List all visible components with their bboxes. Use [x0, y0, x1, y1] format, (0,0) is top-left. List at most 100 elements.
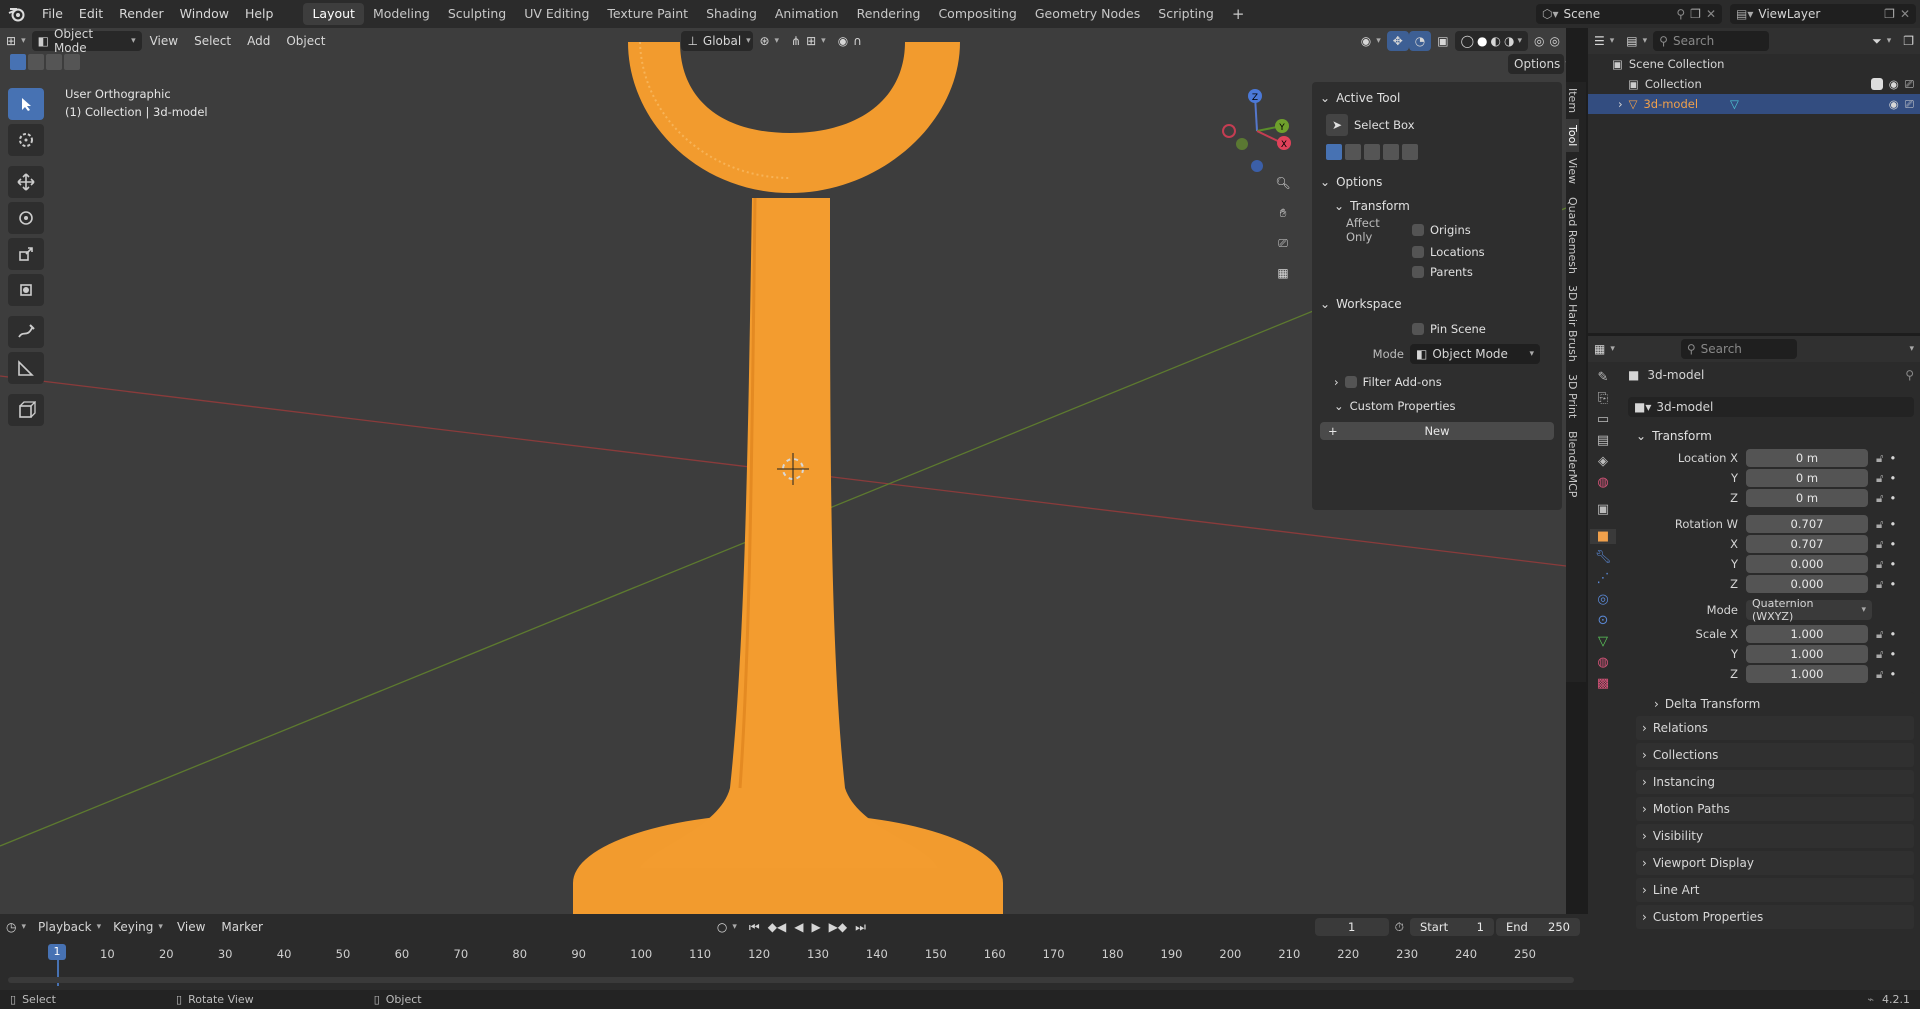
menu-file[interactable]: File	[34, 0, 71, 28]
keyframe-dot-icon[interactable]: •	[1889, 491, 1896, 505]
display-mode-dropdown[interactable]: ▤ ▾	[1620, 31, 1653, 51]
options-section-header[interactable]: ⌄ Options	[1312, 170, 1562, 194]
locations-checkbox[interactable]	[1412, 246, 1424, 258]
lock-icon[interactable]: 🔓︎	[1876, 491, 1883, 506]
rotation-w-field[interactable]: 0.707	[1746, 515, 1868, 533]
zoom-icon[interactable]: 🔍︎	[1268, 168, 1298, 198]
proportional-edit-toggle[interactable]: ◉ ∩	[832, 31, 868, 51]
collection-icon[interactable]: ▣	[1597, 502, 1609, 517]
outliner-row-scene-collection[interactable]: ▣ Scene Collection	[1612, 54, 1724, 74]
render-preview-icon[interactable]: ◎	[1550, 34, 1560, 48]
options-dropdown[interactable]: Options▾	[1508, 54, 1566, 74]
mode-intersect-icon[interactable]	[1402, 144, 1418, 160]
menu-help[interactable]: Help	[237, 0, 282, 28]
lock-icon[interactable]: 🔓︎	[1876, 471, 1883, 486]
transform-subsection[interactable]: ⌄ Transform	[1312, 194, 1562, 218]
visibility-dropdown[interactable]: ◉ ▾	[1355, 31, 1387, 51]
remove-scene-icon[interactable]: ✕	[1706, 7, 1716, 21]
outliner-row-3d-model[interactable]: › ▽ 3d-model ▽ ◉ ⎚	[1588, 94, 1920, 114]
custom-properties-header[interactable]: ⌄ Custom Properties	[1312, 394, 1562, 418]
select-new-icon[interactable]	[10, 54, 26, 70]
timeline-ruler[interactable]: 10 20 30 40 50 60 70 80 90 100 110 120 130 140 150 160 1…	[0, 940, 1588, 990]
new-property-button[interactable]: + New	[1320, 422, 1554, 440]
viewport-menu-view[interactable]: View	[142, 28, 186, 55]
lock-icon[interactable]: 🔓︎	[1876, 667, 1883, 682]
properties-search[interactable]: ⚲ Search	[1680, 339, 1797, 359]
particles-icon[interactable]: ⋰	[1597, 571, 1610, 586]
solid-shading-icon[interactable]: ●	[1477, 34, 1487, 48]
current-frame-field[interactable]: 1	[1314, 918, 1389, 936]
rendered-shading-icon[interactable]: ◑	[1504, 34, 1514, 48]
keyframe-dot-icon[interactable]: •	[1889, 471, 1896, 485]
remove-viewlayer-icon[interactable]: ✕	[1900, 7, 1910, 21]
transform-tool[interactable]	[8, 274, 44, 306]
lock-icon[interactable]: 🔓︎	[1876, 557, 1883, 572]
menu-edit[interactable]: Edit	[71, 0, 111, 28]
object-data-icon[interactable]: ▽	[1598, 634, 1608, 649]
panel-line-art[interactable]: › Line Art	[1636, 878, 1914, 902]
xray-toggle[interactable]: ▣	[1431, 31, 1454, 51]
viewport-menu-object[interactable]: Object	[278, 28, 333, 55]
wireframe-shading-icon[interactable]: ◯	[1461, 34, 1474, 48]
parents-checkbox[interactable]	[1412, 266, 1424, 278]
constraints-icon[interactable]: ⊙	[1598, 613, 1609, 628]
active-tool-header[interactable]: ⌄ Active Tool	[1312, 86, 1562, 110]
prev-keyframe-icon[interactable]: ◆◀	[768, 920, 786, 934]
scale-y-field[interactable]: 1.000	[1746, 645, 1868, 663]
panel-visibility[interactable]: › Visibility	[1636, 824, 1914, 848]
select-mode-buttons[interactable]	[10, 54, 80, 70]
tab-view[interactable]: View	[1566, 152, 1579, 190]
keyframe-dot-icon[interactable]: •	[1889, 647, 1896, 661]
tool-settings-icon[interactable]: ✎	[1598, 370, 1609, 385]
render-icon[interactable]: ⎘	[1598, 391, 1608, 406]
properties-options[interactable]: ▾	[1903, 339, 1920, 359]
lock-icon[interactable]: 🔓︎	[1876, 537, 1883, 552]
tab-animation[interactable]: Animation	[766, 3, 848, 25]
annotate-tool[interactable]	[8, 316, 44, 348]
location-z-field[interactable]: 0 m	[1746, 489, 1868, 507]
timeline-editor-type[interactable]: ◷ ▾	[0, 917, 32, 937]
view-layer-icon[interactable]: ▤	[1597, 433, 1609, 448]
panel-collections[interactable]: › Collections	[1636, 743, 1914, 767]
navigation-gizmo[interactable]: Z Y X	[1212, 86, 1302, 176]
rotate-tool[interactable]	[8, 202, 44, 234]
material-icon[interactable]: ◍	[1597, 655, 1608, 670]
tab-3d-print[interactable]: 3D Print	[1566, 368, 1579, 424]
panel-custom-properties[interactable]: › Custom Properties	[1636, 905, 1914, 929]
lock-icon[interactable]: 🔓︎	[1876, 577, 1883, 592]
mode-extend-icon[interactable]	[1345, 144, 1361, 160]
start-frame-field[interactable]: Start 1	[1410, 918, 1494, 936]
shading-buttons[interactable]: ◯ ● ◐ ◑ ▾	[1454, 31, 1529, 51]
keyframe-dot-icon[interactable]: •	[1889, 577, 1896, 591]
outliner-row-collection[interactable]: ▣ Collection ◉ ⎚	[1628, 74, 1914, 94]
3d-viewport[interactable]: ⊞ ▾ ◧ Object Mode ▾ View Select Add Objec…	[0, 28, 1566, 914]
mode-set-icon[interactable]	[1326, 144, 1342, 160]
keying-menu[interactable]: Keying ▾	[107, 917, 169, 937]
texture-icon[interactable]: ▩	[1597, 676, 1609, 691]
end-frame-field[interactable]: End 250	[1496, 918, 1580, 936]
render-region-icons[interactable]: ◎ ◎	[1528, 31, 1566, 51]
menu-window[interactable]: Window	[172, 0, 237, 28]
new-collection-button[interactable]: ❐	[1897, 31, 1920, 51]
outliner-search[interactable]: ⚲ Search	[1653, 31, 1770, 51]
mode-dropdown[interactable]: ◧ Object Mode ▾	[31, 28, 142, 55]
play-icon[interactable]: ▶	[811, 920, 820, 934]
object-properties-icon[interactable]: ■	[1590, 529, 1616, 544]
pan-hand-icon[interactable]: ✋︎	[1268, 198, 1298, 228]
panel-instancing[interactable]: › Instancing	[1636, 770, 1914, 794]
next-keyframe-icon[interactable]: ▶◆	[829, 920, 847, 934]
tab-rendering[interactable]: Rendering	[848, 3, 930, 25]
select-invert-icon[interactable]	[64, 54, 80, 70]
snap-toggle[interactable]: ⋔ ⊞ ▾	[785, 31, 832, 51]
viewlayer-selector[interactable]: ▤▾ ViewLayer ❐ ✕	[1730, 4, 1916, 24]
rotation-mode-dropdown[interactable]: Quaternion (WXYZ) ▾	[1746, 597, 1872, 623]
keyframe-dot-icon[interactable]: •	[1889, 451, 1896, 465]
properties-editor-type[interactable]: ▦ ▾	[1588, 339, 1621, 359]
transform-panel-header[interactable]: ⌄ Transform	[1628, 424, 1914, 448]
tool-select-modes[interactable]	[1312, 140, 1562, 164]
rotation-y-field[interactable]: 0.000	[1746, 555, 1868, 573]
select-extend-icon[interactable]	[28, 54, 44, 70]
scene-selector[interactable]: ⬡▾ Scene ⚲ ❐ ✕	[1536, 4, 1722, 24]
workspace-section-header[interactable]: ⌄ Workspace	[1312, 292, 1562, 316]
pivot-dropdown[interactable]: ⊛ ▾	[753, 31, 785, 51]
